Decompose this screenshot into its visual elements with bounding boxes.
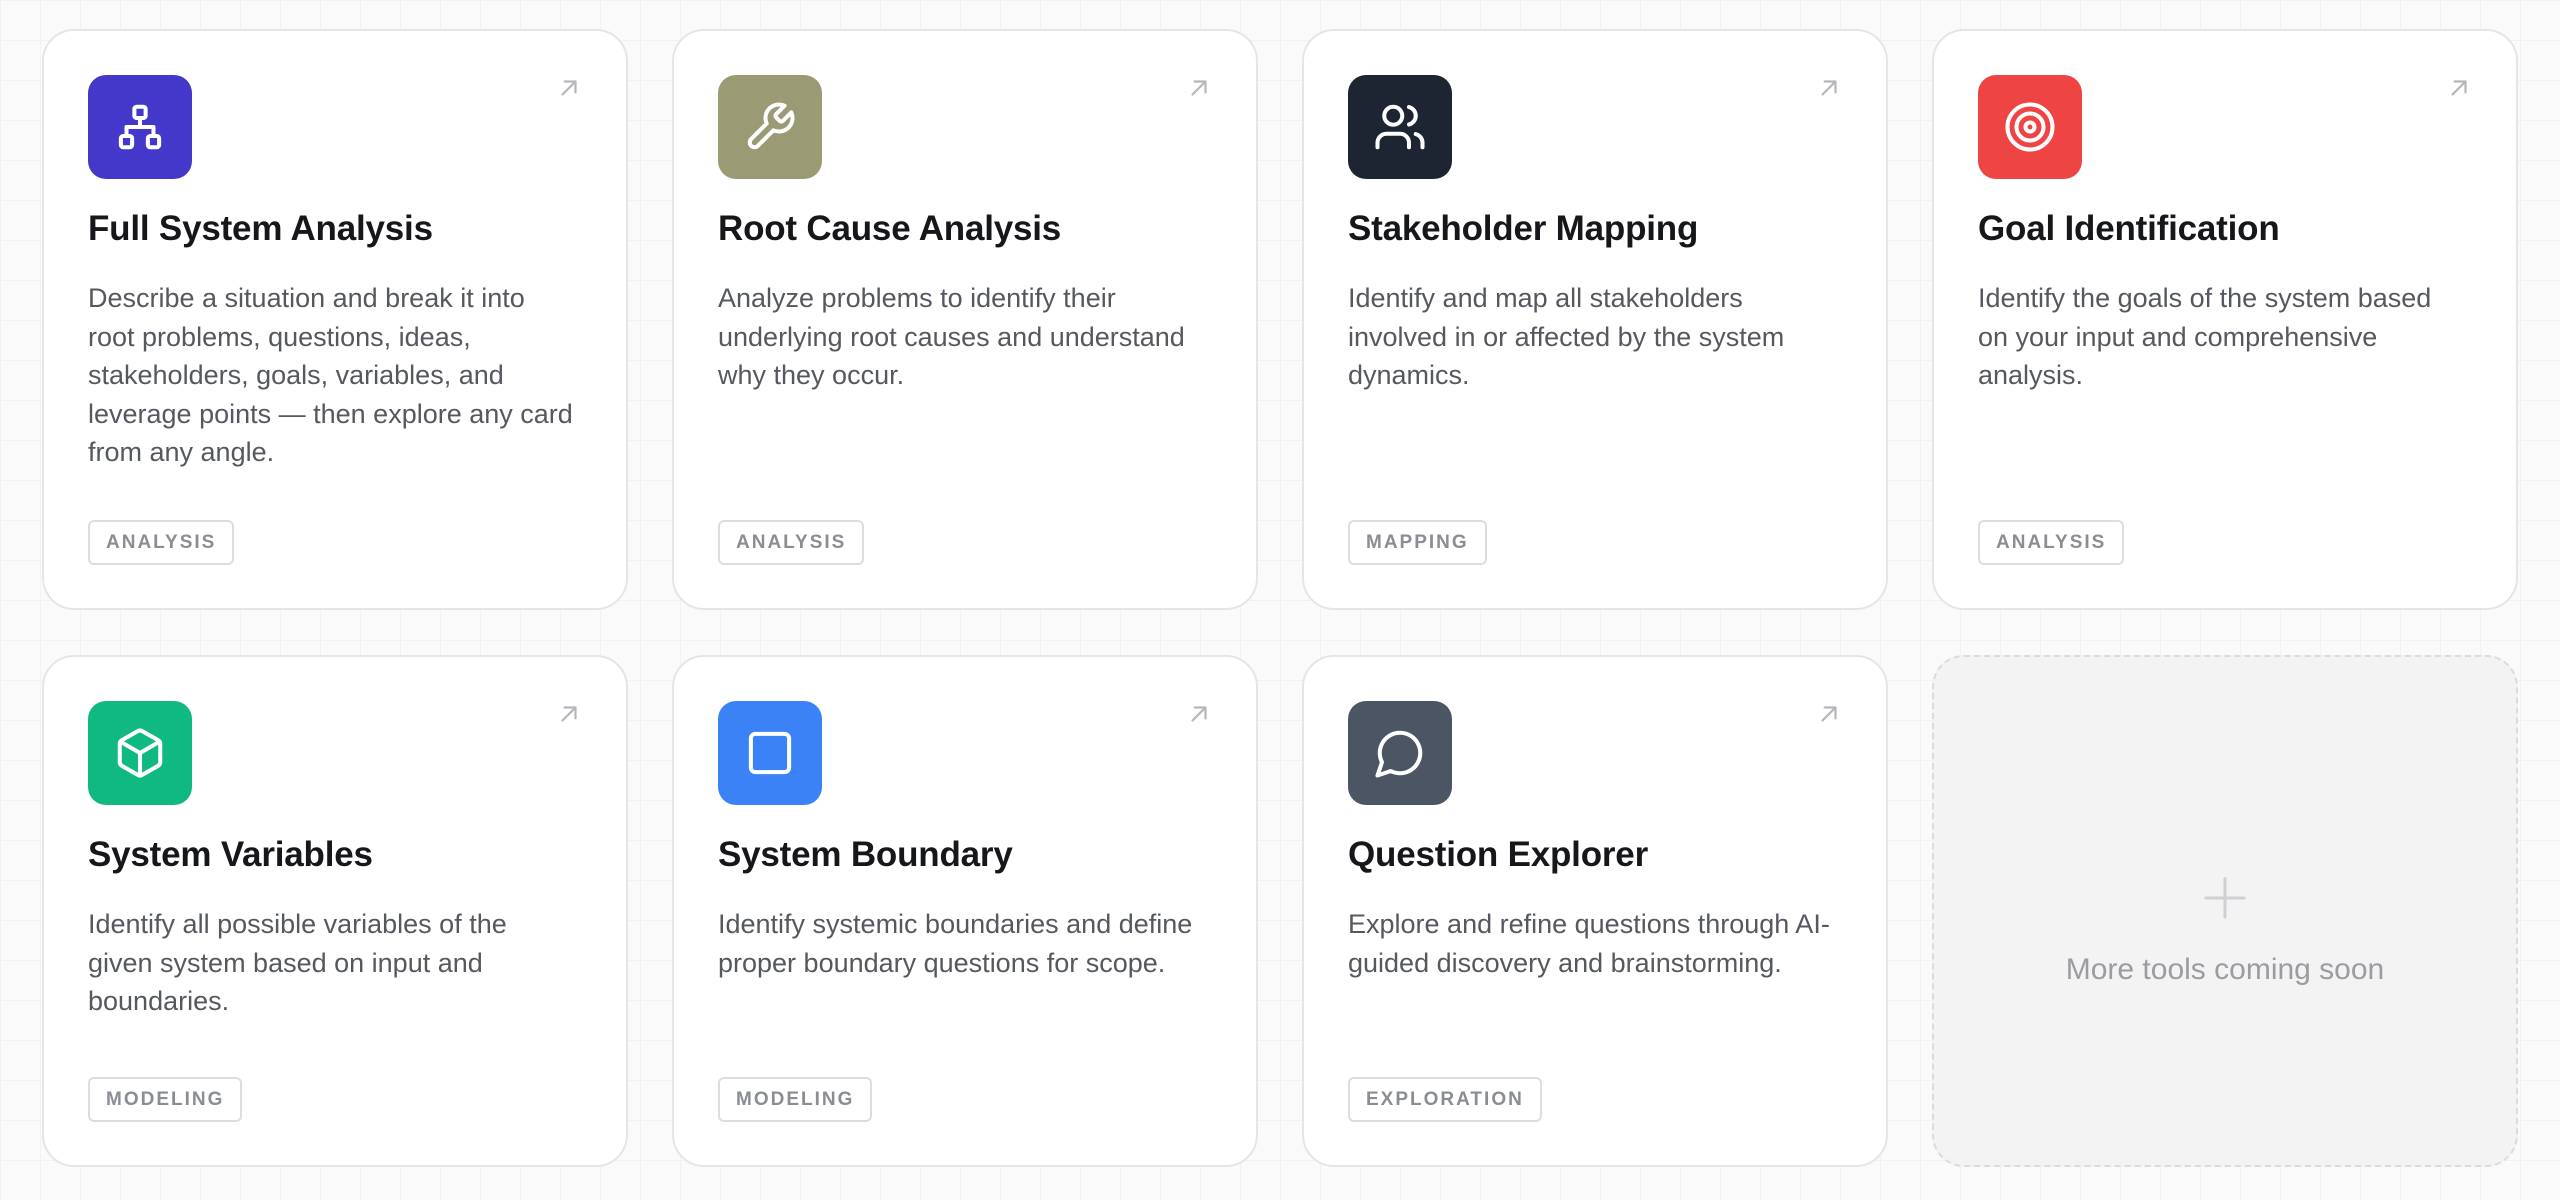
open-arrow-icon[interactable]	[1816, 75, 1842, 101]
tool-card-goal-identification[interactable]: Goal Identification Identify the goals o…	[1932, 29, 2518, 610]
target-icon	[1978, 75, 2082, 179]
square-icon	[718, 701, 822, 805]
cube-icon	[88, 701, 192, 805]
card-title: Stakeholder Mapping	[1348, 209, 1699, 248]
wrench-icon	[718, 75, 822, 179]
card-title: System Variables	[88, 835, 373, 874]
tool-card-stakeholder-mapping[interactable]: Stakeholder Mapping Identify and map all…	[1302, 29, 1888, 610]
hierarchy-icon	[88, 75, 192, 179]
card-title: Root Cause Analysis	[718, 209, 1062, 248]
open-arrow-icon[interactable]	[1186, 701, 1212, 727]
open-arrow-icon[interactable]	[556, 701, 582, 727]
category-tag: MODELING	[718, 1077, 873, 1122]
card-description: Identify systemic boundaries and define …	[718, 909, 1193, 978]
category-tag: EXPLORATION	[1348, 1077, 1542, 1122]
card-description: Identify all possible variables of the g…	[88, 909, 507, 1016]
open-arrow-icon[interactable]	[1186, 75, 1212, 101]
plus-icon	[2204, 877, 2246, 919]
card-title: Full System Analysis	[88, 209, 433, 248]
open-arrow-icon[interactable]	[2446, 75, 2472, 101]
more-tools-placeholder: More tools coming soon	[1932, 655, 2518, 1167]
card-description: Describe a situation and break it into r…	[88, 283, 573, 467]
category-tag: ANALYSIS	[88, 520, 235, 565]
users-icon	[1348, 75, 1452, 179]
tool-card-system-boundary[interactable]: System Boundary Identify systemic bounda…	[672, 655, 1258, 1167]
category-tag: ANALYSIS	[718, 520, 865, 565]
chat-bubble-icon	[1348, 701, 1452, 805]
category-tag: ANALYSIS	[1978, 520, 2125, 565]
card-title: System Boundary	[718, 835, 1013, 874]
card-description: Identify the goals of the system based o…	[1978, 283, 2432, 390]
tool-card-full-system-analysis[interactable]: Full System Analysis Describe a situatio…	[42, 29, 628, 610]
coming-soon-label: More tools coming soon	[2065, 953, 2385, 986]
category-tag: MODELING	[88, 1077, 243, 1122]
card-description: Analyze problems to identify their under…	[718, 283, 1185, 390]
card-description: Identify and map all stakeholders involv…	[1348, 283, 1785, 390]
tool-card-root-cause-analysis[interactable]: Root Cause Analysis Analyze problems to …	[672, 29, 1258, 610]
open-arrow-icon[interactable]	[1816, 701, 1842, 727]
card-title: Question Explorer	[1348, 835, 1648, 874]
card-title: Goal Identification	[1978, 209, 2280, 248]
card-description: Explore and refine questions through AI-…	[1348, 909, 1830, 978]
tool-card-question-explorer[interactable]: Question Explorer Explore and refine que…	[1302, 655, 1888, 1167]
open-arrow-icon[interactable]	[556, 75, 582, 101]
tools-grid: Full System Analysis Describe a situatio…	[42, 29, 2520, 1167]
category-tag: MAPPING	[1348, 520, 1487, 565]
tool-card-system-variables[interactable]: System Variables Identify all possible v…	[42, 655, 628, 1167]
